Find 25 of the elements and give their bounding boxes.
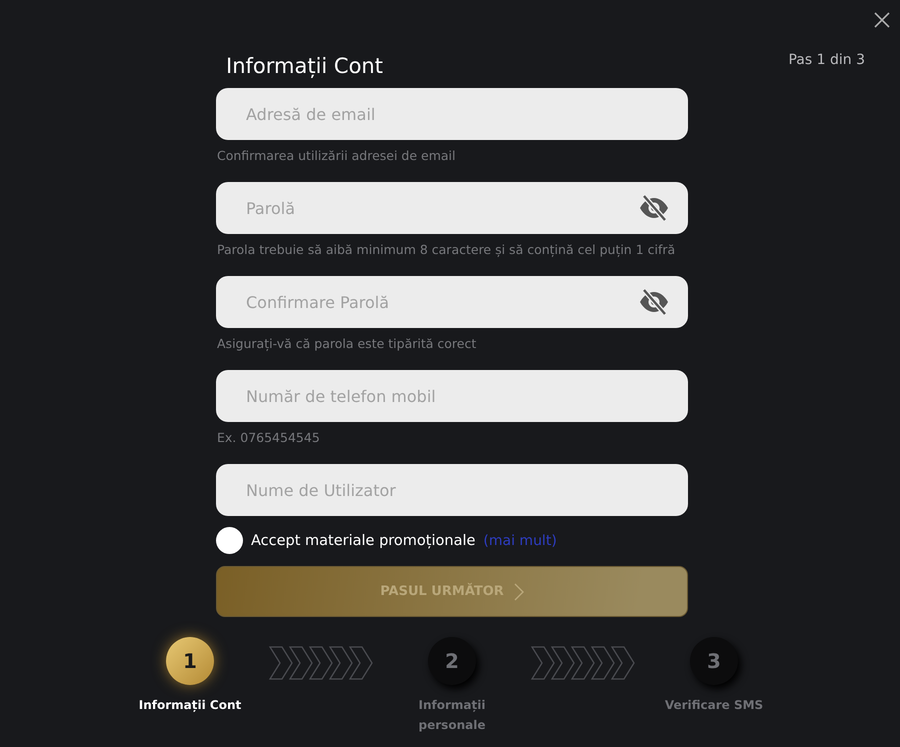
input-field[interactable]: Număr de telefon mobil — [216, 370, 688, 422]
step-label: Verificare SMS — [664, 697, 764, 714]
checkbox-label: Accept materiale promoționale — [251, 532, 476, 548]
next-button[interactable]: PASUL URMĂTOR — [216, 566, 688, 617]
checkbox[interactable] — [216, 527, 243, 554]
input-field[interactable]: Nume de Utilizator — [216, 464, 688, 516]
input-field[interactable]: Parolă — [216, 182, 688, 234]
field-hint: Confirmarea utilizării adresei de email — [217, 147, 457, 165]
more-link[interactable]: (mai mult) — [483, 532, 557, 548]
close-button[interactable] — [872, 10, 892, 30]
field-hint: Parola trebuie să aibă minimum 8 caractere și să conțină cel puțin 1 cifră — [217, 241, 676, 259]
step-circle: 3 — [690, 637, 738, 685]
chevron-right-icon — [514, 582, 524, 600]
eye-slash-icon[interactable] — [638, 194, 670, 222]
step-label: Informații personale — [418, 697, 486, 734]
step-circle: 1 — [166, 637, 214, 685]
step-label: Informații Cont — [138, 697, 242, 714]
input-field[interactable]: Confirmare Parolă — [216, 276, 688, 328]
step-counter: Pas 1 din 3 — [788, 52, 865, 68]
step-circle: 2 — [428, 637, 476, 685]
field-hint: Asigurați-vă că parola este tipărită corect — [217, 335, 478, 353]
field-hint: Ex. 0765454545 — [217, 429, 321, 447]
eye-slash-icon[interactable] — [638, 288, 670, 316]
input-field[interactable]: Adresă de email — [216, 88, 688, 140]
form-title: Informații Cont — [226, 53, 384, 80]
